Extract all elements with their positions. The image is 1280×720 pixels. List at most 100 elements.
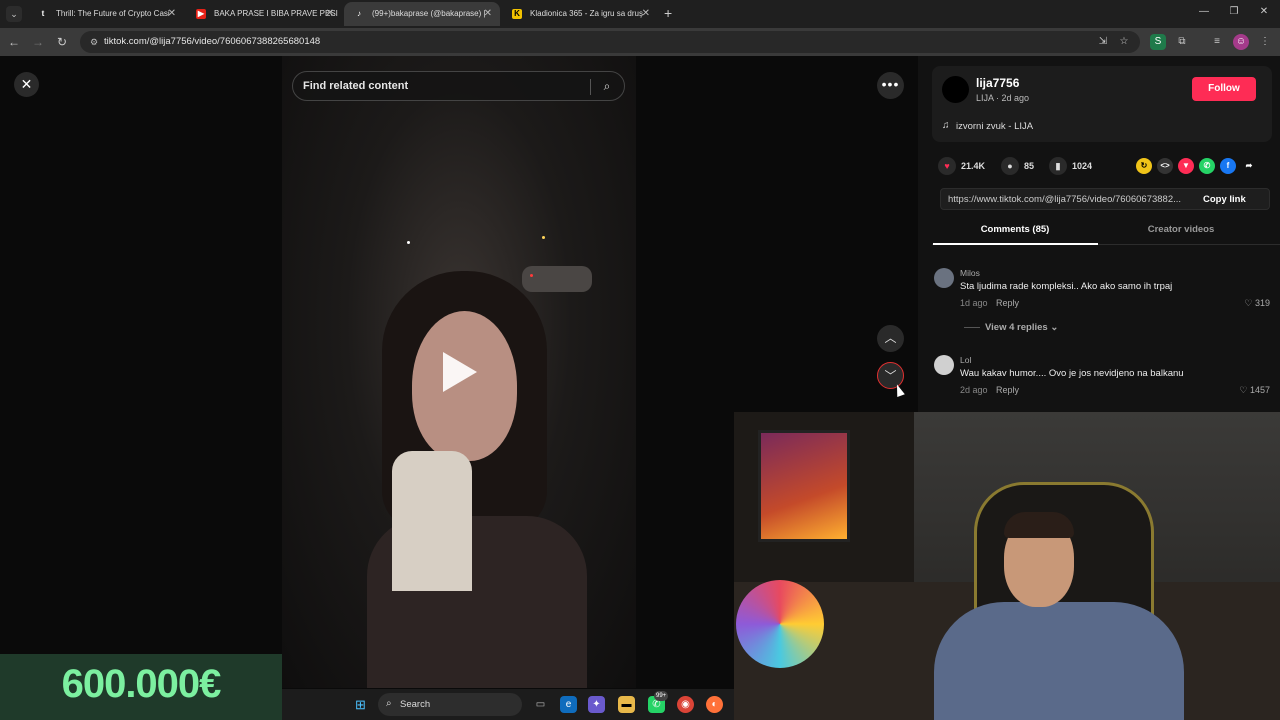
taskbar-search[interactable]: ⌕ Search (378, 693, 522, 716)
windows-taskbar: ⊞ ⌕ Search ▭ e ✦ ▬ ✆ 99+ ◉ ◐ (282, 689, 734, 720)
save-count: 1024 (1072, 161, 1093, 171)
notification-badge: 99+ (654, 691, 669, 701)
forward-icon[interactable]: → (30, 34, 46, 50)
address-bar[interactable]: ⚙ tiktok.com/@lija7756/video/76060673882… (80, 31, 1140, 53)
extensions-puzzle-icon[interactable]: ⧉ (1174, 34, 1190, 50)
screen: ⌄ t Thrill: The Future of Crypto Casi ✕ … (0, 0, 1280, 720)
save-stat[interactable]: ▮ 1024 (1049, 157, 1092, 175)
extension-icon[interactable]: S (1150, 34, 1166, 50)
active-tab-underline (933, 243, 1098, 245)
window-close-icon[interactable]: ✕ (1257, 6, 1271, 17)
browser-menu-icon[interactable]: ⋮ (1257, 34, 1273, 50)
comment-stat[interactable]: ● 85 (1001, 157, 1034, 175)
minimize-icon[interactable]: — (1197, 6, 1211, 17)
site-info-icon[interactable]: ⚙ (88, 36, 100, 48)
webcam-overlay (734, 412, 1280, 720)
comment-time: 1d ago (960, 298, 988, 308)
reply-button[interactable]: Reply (996, 298, 1019, 308)
play-icon[interactable] (443, 352, 477, 392)
reload-icon[interactable]: ↻ (54, 34, 70, 50)
firefox-icon[interactable]: ◐ (706, 696, 723, 713)
chrome-icon[interactable]: ◉ (677, 696, 694, 713)
close-icon[interactable]: ✕ (642, 2, 650, 26)
url-text: tiktok.com/@lija7756/video/7606067388265… (104, 36, 321, 47)
comment-like-count: 319 (1254, 298, 1270, 308)
comment-text: Wau kakav humor.... Ovo je jos nevidjeno… (960, 368, 1184, 379)
prize-amount: 600.000€ (61, 662, 222, 706)
avatar[interactable] (934, 355, 954, 375)
send-icon[interactable]: ▼ (1178, 158, 1194, 174)
comment-like[interactable]: ♡ 319 (1244, 298, 1270, 309)
file-explorer-icon[interactable]: ▬ (618, 696, 635, 713)
tab-title: Thrill: The Future of Crypto Casi (56, 9, 170, 18)
bookmark-icon[interactable]: ▮ (1049, 157, 1067, 175)
heart-outline-icon[interactable]: ♡ (1244, 298, 1252, 308)
close-icon[interactable]: ✕ (168, 2, 176, 26)
heart-outline-icon[interactable]: ♡ (1239, 385, 1247, 395)
close-video-button[interactable]: ✕ (14, 72, 39, 97)
tab-comments[interactable]: Comments (85) (932, 224, 1098, 235)
browser-toolbar: ← → ↻ ⚙ tiktok.com/@lija7756/video/76060… (0, 28, 1280, 56)
comment-like[interactable]: ♡ 1457 (1239, 385, 1270, 396)
avatar[interactable] (934, 268, 954, 288)
comment-username[interactable]: Lol (960, 355, 971, 365)
webcam-person-hair (1004, 512, 1074, 538)
kladionica-favicon-icon: K (512, 9, 522, 19)
comment-username[interactable]: Milos (960, 268, 980, 278)
taskbar-search-label: Search (400, 699, 431, 710)
profile-avatar-icon[interactable]: ☺ (1233, 34, 1249, 50)
reply-button[interactable]: Reply (996, 385, 1019, 395)
music-note-icon: ♫ (942, 120, 950, 131)
webcam-person-body (934, 602, 1184, 720)
tab-creator-videos[interactable]: Creator videos (1098, 224, 1264, 235)
share-arrow-icon[interactable]: ➦ (1241, 158, 1257, 174)
edge-icon[interactable]: e (560, 696, 577, 713)
copilot-icon[interactable]: ✦ (588, 696, 605, 713)
comment-time: 2d ago (960, 385, 988, 395)
view-replies-button[interactable]: View 4 replies ⌄ (985, 322, 1058, 333)
previous-video-button[interactable]: ︿ (877, 325, 904, 352)
close-icon[interactable]: ✕ (484, 2, 492, 26)
follow-button[interactable]: Follow (1192, 77, 1256, 101)
creator-subtitle: LIJA · 2d ago (976, 93, 1030, 103)
browser-tab[interactable]: K Kladionica 365 - Za igru sa druş ✕ (502, 2, 658, 26)
install-app-icon[interactable]: ⇲ (1096, 35, 1110, 49)
restore-icon[interactable]: ❐ (1227, 6, 1241, 17)
search-placeholder: Find related content (303, 80, 409, 92)
copy-link-button[interactable]: Copy link (1203, 194, 1246, 205)
video-car (522, 266, 592, 292)
windows-start-icon[interactable]: ⊞ (352, 696, 369, 713)
browser-tab-active[interactable]: ♪ (99+)bakaprase (@bakaprase) | ✕ (344, 2, 500, 26)
like-count: 21.4K (961, 161, 986, 171)
video-light (530, 274, 533, 277)
reading-list-icon[interactable]: ≡ (1209, 34, 1225, 50)
search-divider (590, 79, 591, 95)
task-view-icon[interactable]: ▭ (532, 696, 549, 713)
music-title[interactable]: izvorni zvuk - LIJA (956, 121, 1033, 132)
thrill-favicon-icon: t (41, 9, 45, 18)
prize-overlay: 600.000€ (0, 654, 282, 720)
browser-tab[interactable]: t Thrill: The Future of Crypto Casi ✕ (28, 2, 184, 26)
video-light (407, 241, 410, 244)
like-stat[interactable]: ♥ 21.4K (938, 157, 985, 175)
embed-icon[interactable]: <> (1157, 158, 1173, 174)
details-panel: lija7756 LIJA · 2d ago Follow ♫ izvorni … (918, 56, 1280, 412)
browser-tab[interactable]: ▶ BAKA PRASE I BIBA PRAVE PESI ✕ (186, 2, 342, 26)
avatar[interactable] (942, 76, 969, 103)
new-tab-icon[interactable]: + (664, 5, 678, 21)
heart-icon[interactable]: ♥ (938, 157, 956, 175)
related-search-input[interactable]: Find related content ⌕ (292, 71, 625, 101)
close-icon[interactable]: ✕ (326, 2, 334, 26)
video-sweater (392, 451, 472, 591)
more-options-button[interactable]: ••• (877, 72, 904, 99)
tab-search-icon[interactable]: ⌄ (6, 6, 22, 22)
facebook-icon[interactable]: f (1220, 158, 1236, 174)
creator-username[interactable]: lija7756 (976, 76, 1019, 90)
bookmark-star-icon[interactable]: ☆ (1117, 35, 1131, 49)
repost-icon[interactable]: ↻ (1136, 158, 1152, 174)
webcam-monitor (758, 430, 850, 542)
comment-icon[interactable]: ● (1001, 157, 1019, 175)
back-icon[interactable]: ← (6, 34, 22, 50)
whatsapp-icon[interactable]: ✆ (1199, 158, 1215, 174)
search-icon[interactable]: ⌕ (599, 78, 615, 94)
